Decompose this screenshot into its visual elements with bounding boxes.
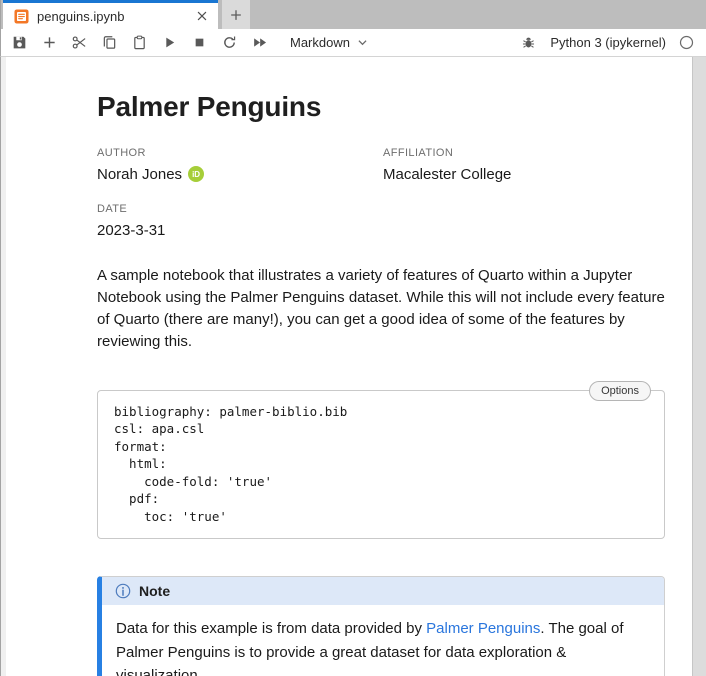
toolbar-right-group: Python 3 (ipykernel): [520, 34, 694, 51]
yaml-code: bibliography: palmer-biblio.bib csl: apa…: [114, 403, 648, 526]
affiliation-value: Macalester College: [383, 166, 511, 183]
tab-penguins-ipynb[interactable]: penguins.ipynb: [3, 0, 218, 29]
paste-cell-button[interactable]: [131, 34, 148, 51]
toolbar-left-group: [11, 34, 268, 51]
document-metadata: AUTHOR Norah Jones iD AFFILIATION Macale…: [97, 147, 665, 239]
close-tab-icon[interactable]: [195, 9, 209, 23]
new-tab-button[interactable]: [222, 0, 250, 29]
bug-icon: [521, 35, 536, 50]
fast-forward-icon: [252, 35, 267, 50]
debugger-toggle[interactable]: [520, 34, 537, 51]
note-callout-body: Data for this example is from data provi…: [102, 605, 664, 676]
save-icon: [12, 35, 27, 50]
affiliation-block: AFFILIATION Macalester College: [383, 147, 665, 183]
note-callout-header: Note: [102, 577, 664, 605]
cell-type-value: Markdown: [290, 35, 350, 50]
date-value: 2023-3-31: [97, 222, 165, 239]
kernel-status-icon[interactable]: [679, 35, 694, 50]
note-callout: Note Data for this example is from data …: [97, 576, 665, 676]
run-cell-button[interactable]: [161, 34, 178, 51]
jupyterlab-window: penguins.ipynb: [0, 0, 706, 676]
insert-cell-button[interactable]: [41, 34, 58, 51]
restart-run-all-button[interactable]: [251, 34, 268, 51]
note-text-before: Data for this example is from data provi…: [116, 620, 426, 637]
date-label: DATE: [97, 203, 383, 215]
options-button[interactable]: Options: [589, 381, 651, 401]
notebook-content-area: Palmer Penguins AUTHOR Norah Jones iD AF…: [0, 57, 706, 676]
stop-kernel-button[interactable]: [191, 34, 208, 51]
restart-kernel-button[interactable]: [221, 34, 238, 51]
yaml-options-block: Options bibliography: palmer-biblio.bib …: [97, 390, 665, 540]
palmer-penguins-link[interactable]: Palmer Penguins: [426, 620, 540, 637]
note-callout-title: Note: [139, 583, 170, 599]
copy-cell-button[interactable]: [101, 34, 118, 51]
kernel-name[interactable]: Python 3 (ipykernel): [550, 35, 666, 50]
date-block: DATE 2023-3-31: [97, 203, 383, 239]
tab-title: penguins.ipynb: [37, 9, 187, 24]
clipboard-icon: [132, 35, 147, 50]
tab-bar: penguins.ipynb: [0, 0, 706, 29]
plus-icon: [229, 8, 243, 22]
notebook-icon: [14, 9, 29, 24]
affiliation-label: AFFILIATION: [383, 147, 665, 159]
info-icon: [115, 583, 131, 599]
copy-icon: [102, 35, 117, 50]
run-icon: [162, 35, 177, 50]
save-button[interactable]: [11, 34, 28, 51]
orcid-icon[interactable]: iD: [188, 166, 204, 182]
restart-icon: [222, 35, 237, 50]
cell-type-dropdown[interactable]: Markdown: [290, 35, 369, 50]
author-name: Norah Jones: [97, 166, 182, 183]
chevron-down-icon: [356, 36, 369, 49]
intro-paragraph: A sample notebook that illustrates a var…: [97, 265, 665, 353]
cut-cell-button[interactable]: [71, 34, 88, 51]
rendered-notebook: Palmer Penguins AUTHOR Norah Jones iD AF…: [6, 57, 692, 676]
plus-icon: [42, 35, 57, 50]
page-title: Palmer Penguins: [97, 90, 665, 124]
stop-icon: [192, 35, 207, 50]
author-block: AUTHOR Norah Jones iD: [97, 147, 383, 183]
author-label: AUTHOR: [97, 147, 383, 159]
scissors-icon: [72, 35, 87, 50]
notebook-toolbar: Markdown Python 3 (ipykernel): [0, 29, 706, 57]
scrollbar[interactable]: [692, 57, 706, 676]
